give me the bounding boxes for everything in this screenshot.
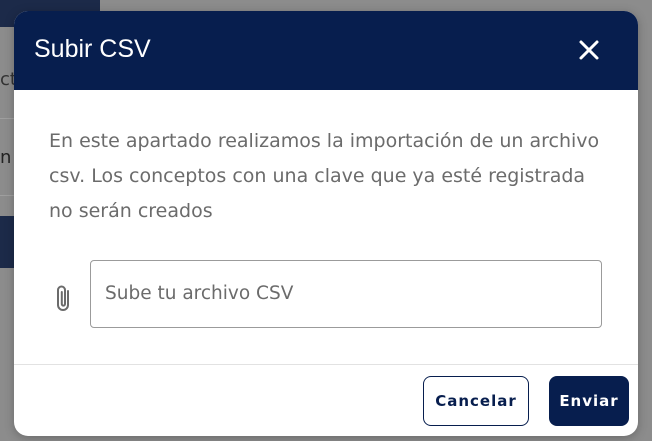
modal-title: Subir CSV (34, 35, 151, 63)
close-button[interactable] (574, 35, 604, 65)
close-icon (579, 40, 599, 60)
paperclip-icon[interactable] (52, 283, 76, 313)
modal-description: En este apartado realizamos la importaci… (49, 130, 600, 222)
csv-file-input[interactable]: Sube tu archivo CSV (90, 260, 602, 328)
cancel-button[interactable]: Cancelar (423, 376, 529, 426)
modal-header: Subir CSV (14, 11, 638, 90)
send-button[interactable]: Enviar (549, 376, 629, 426)
upload-csv-modal: Subir CSV En este apartado realizamos la… (14, 11, 638, 436)
footer-divider (14, 364, 638, 365)
